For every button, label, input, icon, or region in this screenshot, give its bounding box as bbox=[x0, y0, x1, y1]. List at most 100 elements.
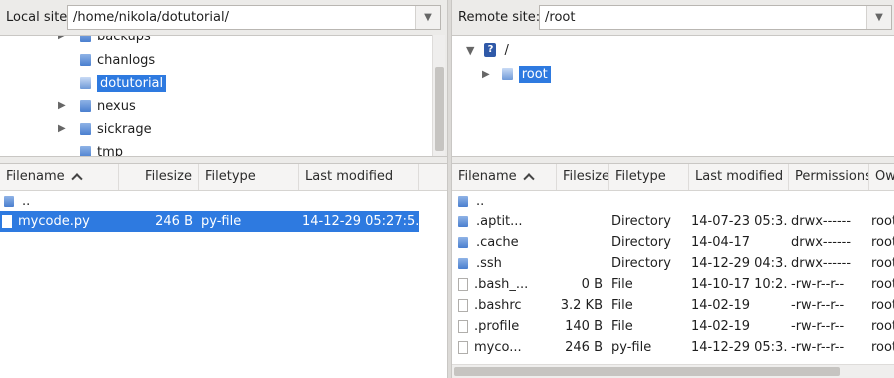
file-modified: 14-02-19 bbox=[691, 298, 751, 313]
list-item-selected[interactable]: mycode.py 246 B py-file 14-12-29 05:27:5… bbox=[0, 211, 419, 232]
file-modified: 14-07-23 05:3... bbox=[691, 214, 787, 229]
folder-open-icon bbox=[80, 77, 91, 89]
local-path-input[interactable]: /home/nikola/dotutorial/ bbox=[68, 10, 415, 25]
file-name: .bash_... bbox=[474, 277, 529, 292]
file-size: 246 B bbox=[155, 214, 193, 229]
file-owner: root bbox=[871, 298, 894, 313]
triangle-down-icon[interactable]: ▼ bbox=[466, 44, 474, 57]
file-owner: root bbox=[871, 319, 894, 334]
file-name: .ssh bbox=[476, 256, 502, 271]
tree-item-dotutorial[interactable]: dotutorial bbox=[80, 72, 167, 94]
file-modified: 14-02-19 bbox=[691, 319, 751, 334]
remote-path-input[interactable]: /root bbox=[540, 10, 866, 25]
file-name: .profile bbox=[474, 319, 520, 334]
file-name: myco... bbox=[474, 340, 522, 355]
column-label: Permissions bbox=[795, 169, 869, 184]
tree-item-nexus[interactable]: ▶ nexus bbox=[58, 95, 136, 117]
scrollbar-thumb[interactable] bbox=[454, 367, 840, 376]
column-last-modified[interactable]: Last modified bbox=[299, 164, 419, 190]
column-filesize[interactable]: Filesize bbox=[557, 164, 609, 190]
local-path-combobox[interactable]: /home/nikola/dotutorial/ ▼ bbox=[67, 5, 441, 30]
file-modified: 14-12-29 05:3... bbox=[691, 340, 787, 355]
triangle-right-icon[interactable]: ▶ bbox=[58, 101, 68, 111]
folder-icon bbox=[80, 36, 91, 42]
column-filesize[interactable]: Filesize bbox=[119, 164, 199, 190]
folder-icon bbox=[80, 54, 91, 66]
folder-icon bbox=[458, 237, 468, 248]
folder-icon bbox=[80, 123, 91, 135]
file-name: .aptit... bbox=[476, 214, 523, 229]
column-filename[interactable]: Filename bbox=[452, 164, 557, 190]
file-owner: root bbox=[871, 256, 894, 271]
column-owner[interactable]: Ow bbox=[869, 164, 894, 190]
column-label: Last modified bbox=[305, 169, 394, 184]
remote-directory-tree: ▼ ? / ▶ root bbox=[452, 35, 894, 157]
local-site-label: Local site: bbox=[6, 10, 72, 25]
file-icon bbox=[2, 215, 12, 228]
list-item[interactable]: .ssh Directory 14-12-29 04:3... drwx----… bbox=[452, 253, 894, 274]
sort-ascending-icon bbox=[522, 173, 535, 185]
tree-item-label: backups bbox=[97, 35, 151, 44]
file-type: File bbox=[611, 319, 633, 334]
remote-list-hscrollbar[interactable] bbox=[452, 364, 894, 378]
folder-icon bbox=[458, 258, 468, 269]
file-type: py-file bbox=[611, 340, 652, 355]
tree-item-chanlogs[interactable]: chanlogs bbox=[80, 49, 155, 71]
chevron-down-icon[interactable]: ▼ bbox=[866, 6, 891, 29]
tree-item-root-slash[interactable]: ▼ ? / bbox=[466, 39, 509, 61]
list-item[interactable]: .profile 140 B File 14-02-19 -rw-r--r-- … bbox=[452, 316, 894, 337]
list-item[interactable]: .aptit... Directory 14-07-23 05:3... drw… bbox=[452, 211, 894, 232]
chevron-down-icon[interactable]: ▼ bbox=[415, 6, 440, 29]
sort-ascending-icon bbox=[70, 173, 83, 185]
column-label: Filetype bbox=[615, 169, 666, 184]
folder-icon bbox=[80, 100, 91, 112]
folder-open-icon bbox=[501, 68, 513, 80]
tree-item-tmp[interactable]: tmp bbox=[80, 141, 123, 157]
tree-item-label: / bbox=[504, 42, 509, 58]
file-permissions: drwx------ bbox=[791, 235, 852, 250]
file-owner: root bbox=[871, 214, 894, 229]
file-type: Directory bbox=[611, 214, 671, 229]
column-filetype[interactable]: Filetype bbox=[199, 164, 299, 190]
file-permissions: -rw-r--r-- bbox=[791, 319, 845, 334]
triangle-right-icon[interactable]: ▶ bbox=[58, 36, 68, 41]
local-list-header: Filename Filesize Filetype Last modified bbox=[0, 164, 447, 191]
file-type: Directory bbox=[611, 256, 671, 271]
file-permissions: -rw-r--r-- bbox=[791, 340, 845, 355]
file-type: File bbox=[611, 277, 633, 292]
file-modified: 14-12-29 05:27:5... bbox=[302, 214, 419, 229]
local-directory-tree: ▶ backups chanlogs dotutorial ▶ nexus ▶ … bbox=[0, 35, 432, 157]
column-filename[interactable]: Filename bbox=[0, 164, 119, 190]
list-item[interactable]: .bash_... 0 B File 14-10-17 10:2... -rw-… bbox=[452, 274, 894, 295]
column-permissions[interactable]: Permissions bbox=[789, 164, 869, 190]
tree-item-label: sickrage bbox=[97, 121, 152, 137]
remote-splitter[interactable] bbox=[452, 156, 894, 164]
remote-site-label: Remote site: bbox=[458, 10, 541, 25]
tree-item-backups[interactable]: ▶ backups bbox=[58, 35, 151, 47]
folder-icon bbox=[4, 196, 14, 207]
file-name: mycode.py bbox=[18, 214, 90, 229]
list-item[interactable]: .bashrc 3.2 KB File 14-02-19 -rw-r--r-- … bbox=[452, 295, 894, 316]
tree-item-sickrage[interactable]: ▶ sickrage bbox=[58, 118, 152, 140]
column-filetype[interactable]: Filetype bbox=[609, 164, 689, 190]
local-splitter[interactable] bbox=[0, 156, 447, 164]
tree-item-root[interactable]: ▶ root bbox=[482, 63, 551, 85]
tree-item-label: dotutorial bbox=[97, 74, 167, 92]
remote-path-combobox[interactable]: /root ▼ bbox=[539, 5, 892, 30]
remote-site-bar: Remote site: /root ▼ bbox=[452, 0, 894, 35]
triangle-right-icon[interactable]: ▶ bbox=[482, 69, 490, 80]
list-item[interactable]: .cache Directory 14-04-17 drwx------ roo… bbox=[452, 232, 894, 253]
file-icon bbox=[458, 278, 468, 291]
list-item[interactable]: .. bbox=[0, 191, 419, 212]
tree-item-label: root bbox=[518, 65, 551, 83]
scrollbar-thumb[interactable] bbox=[435, 67, 444, 151]
file-icon bbox=[458, 299, 468, 312]
list-item[interactable]: myco... 246 B py-file 14-12-29 05:3... -… bbox=[452, 337, 894, 358]
list-item[interactable]: .. bbox=[452, 191, 894, 212]
local-tree-scrollbar[interactable] bbox=[432, 35, 445, 156]
column-last-modified[interactable]: Last modified bbox=[689, 164, 789, 190]
triangle-right-icon[interactable]: ▶ bbox=[58, 124, 68, 134]
folder-icon bbox=[458, 196, 468, 207]
local-site-bar: Local site: /home/nikola/dotutorial/ ▼ bbox=[0, 0, 447, 35]
file-permissions: -rw-r--r-- bbox=[791, 298, 845, 313]
